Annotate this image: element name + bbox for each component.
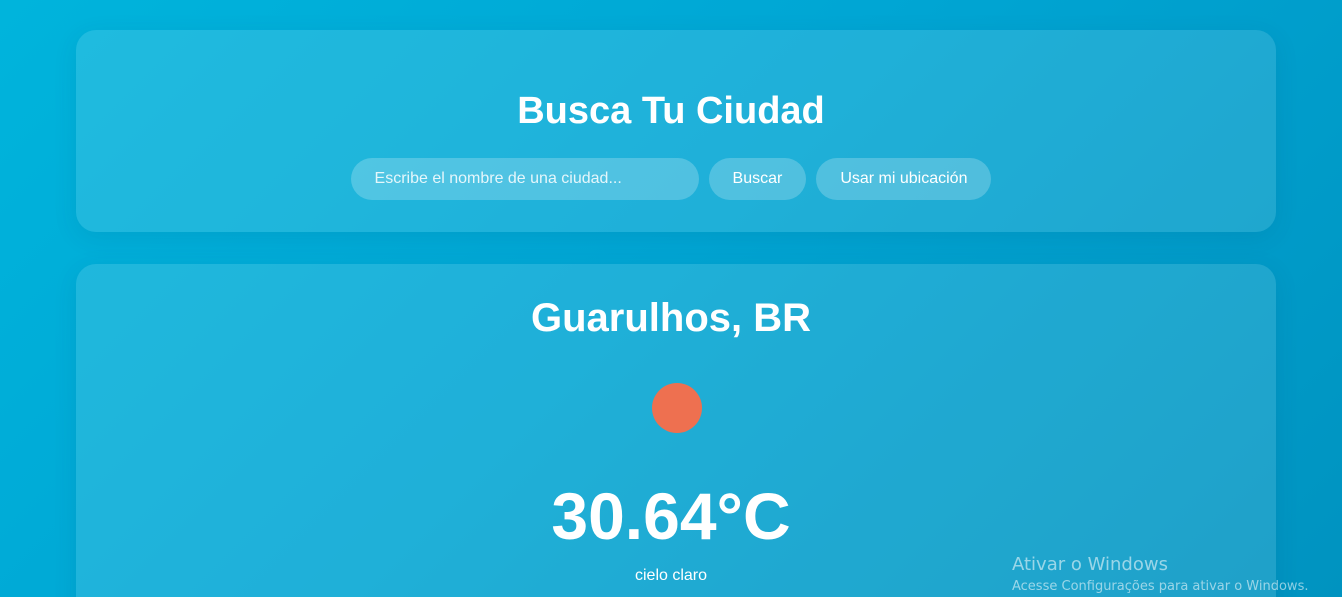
use-my-location-button[interactable]: Usar mi ubicación	[816, 158, 992, 200]
search-bar: Buscar Usar mi ubicación	[0, 158, 1342, 200]
windows-activation-watermark: Ativar o Windows Acesse Configurações pa…	[1012, 553, 1308, 597]
watermark-title: Ativar o Windows	[1012, 554, 1168, 575]
temperature-value: 30.64°C	[551, 479, 791, 553]
search-title: Busca Tu Ciudad	[517, 90, 825, 132]
city-name: Guarulhos, BR	[530, 296, 812, 340]
watermark-subtitle: Acesse Configurações para ativar o Windo…	[1012, 579, 1309, 594]
search-button[interactable]: Buscar	[708, 158, 807, 200]
city-search-input[interactable]	[350, 158, 699, 200]
sun-icon	[652, 383, 702, 433]
